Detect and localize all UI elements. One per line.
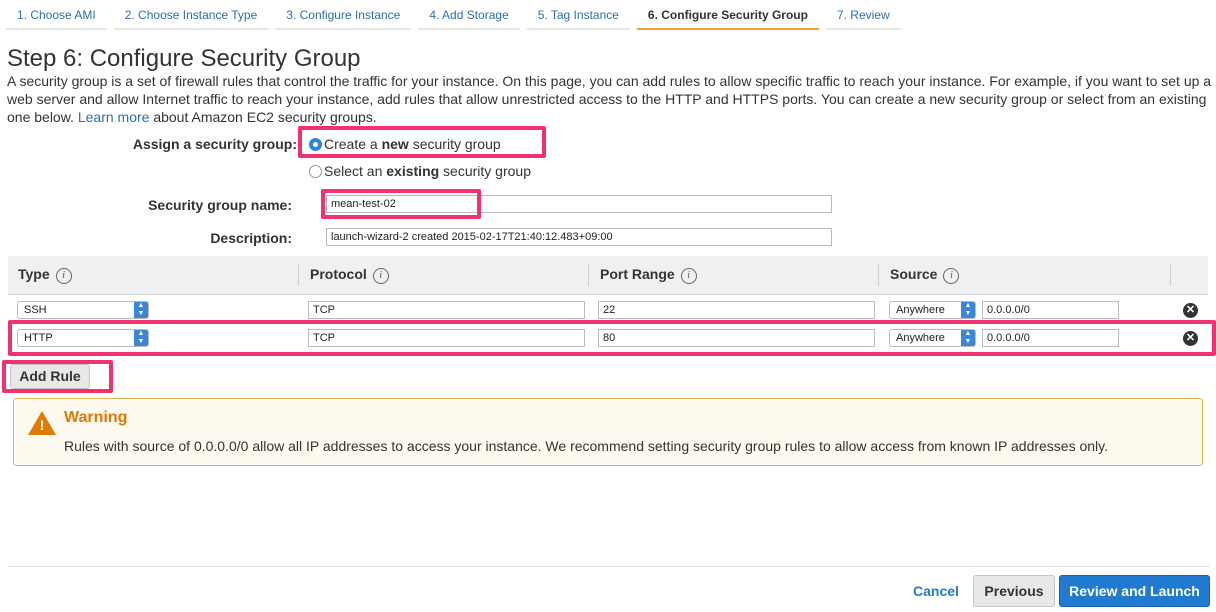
tab-configure-instance[interactable]: 3. Configure Instance [275, 0, 412, 30]
description-label: Description: [210, 230, 292, 246]
col-source-label: Source [890, 266, 938, 282]
radio-create-new[interactable]: Create a new security group [309, 136, 501, 154]
cidr-input[interactable]: 0.0.0.0/0 [982, 301, 1119, 319]
source-info-icon[interactable]: i [943, 268, 960, 284]
intro-tail: about Amazon EC2 security groups. [153, 109, 377, 125]
review-and-launch-button[interactable]: Review and Launch [1059, 575, 1210, 607]
col-type-header: Type i [18, 266, 72, 284]
radio-select-existing[interactable]: Select an existing security group [309, 163, 531, 181]
rules-table-header: Type i Protocol i Port Range i Source i [8, 256, 1208, 295]
radio-select-existing-label-pre: Select an [324, 163, 387, 179]
tab-tag-instance[interactable]: 5. Tag Instance [526, 0, 630, 30]
table-row: SSH ▲ ▼ TCP 22 Anywhere ▲ ▼ 0.0.0.0/0 ✕ [8, 298, 1208, 322]
tab-choose-ami[interactable]: 1. Choose AMI [6, 0, 107, 30]
warning-exclamation-icon: ! [39, 417, 45, 433]
security-group-name-label: Security group name: [148, 197, 292, 213]
col-divider [1170, 264, 1171, 286]
description-input[interactable]: launch-wizard-2 created 2015-02-17T21:40… [326, 228, 832, 246]
col-divider [878, 264, 879, 286]
warning-text: Rules with source of 0.0.0.0/0 allow all… [64, 438, 1109, 454]
highlight-http-row [8, 320, 1216, 356]
col-port-range-header: Port Range i [600, 266, 697, 284]
remove-rule-icon[interactable]: ✕ [1183, 303, 1198, 318]
previous-button[interactable]: Previous [973, 575, 1055, 607]
radio-create-new-label-bold: new [381, 136, 409, 152]
col-port-range-label: Port Range [600, 266, 675, 282]
radio-select-existing-label-post: security group [439, 163, 531, 179]
highlight-add-rule [2, 360, 113, 393]
warning-box: ! Warning Rules with source of 0.0.0.0/0… [13, 398, 1203, 466]
protocol-field: TCP [308, 301, 585, 319]
wizard-tabs: 1. Choose AMI 2. Choose Instance Type 3.… [6, 0, 908, 30]
highlight-group-name [321, 189, 481, 219]
tab-add-storage[interactable]: 4. Add Storage [418, 0, 520, 30]
type-select[interactable]: SSH ▲ ▼ [17, 301, 149, 319]
source-select-value: Anywhere [896, 304, 945, 316]
page-title: Step 6: Configure Security Group [7, 45, 361, 72]
intro-text: A security group is a set of firewall ru… [7, 72, 1212, 126]
protocol-info-icon[interactable]: i [372, 268, 389, 284]
type-info-icon[interactable]: i [55, 268, 72, 284]
select-arrows-icon: ▲ ▼ [961, 302, 975, 318]
warning-title: Warning [64, 409, 128, 426]
port-range-input[interactable]: 22 [598, 301, 875, 319]
select-arrows-icon: ▲ ▼ [134, 302, 148, 318]
radio-select-existing-label-bold: existing [386, 163, 440, 179]
radio-create-new-label-pre: Create a [324, 136, 382, 152]
col-divider [298, 264, 299, 286]
source-select[interactable]: Anywhere ▲ ▼ [889, 301, 976, 319]
tab-choose-instance-type[interactable]: 2. Choose Instance Type [113, 0, 269, 30]
col-source-header: Source i [890, 266, 960, 284]
col-protocol-header: Protocol i [310, 266, 389, 284]
type-select-value: SSH [24, 304, 47, 316]
col-type-label: Type [18, 266, 50, 282]
assign-label: Assign a security group: [132, 136, 297, 152]
footer-divider [8, 566, 1210, 567]
radio-select-existing-icon[interactable] [309, 165, 322, 178]
col-protocol-label: Protocol [310, 266, 367, 282]
learn-more-link[interactable]: Learn more [78, 109, 150, 125]
port-range-info-icon[interactable]: i [680, 268, 697, 284]
cancel-link[interactable]: Cancel [913, 583, 959, 599]
radio-create-new-icon[interactable] [309, 138, 322, 151]
tab-configure-security-group[interactable]: 6. Configure Security Group [636, 0, 819, 30]
radio-create-new-label-post: security group [408, 136, 501, 152]
col-divider [588, 264, 589, 286]
tab-review[interactable]: 7. Review [825, 0, 901, 30]
